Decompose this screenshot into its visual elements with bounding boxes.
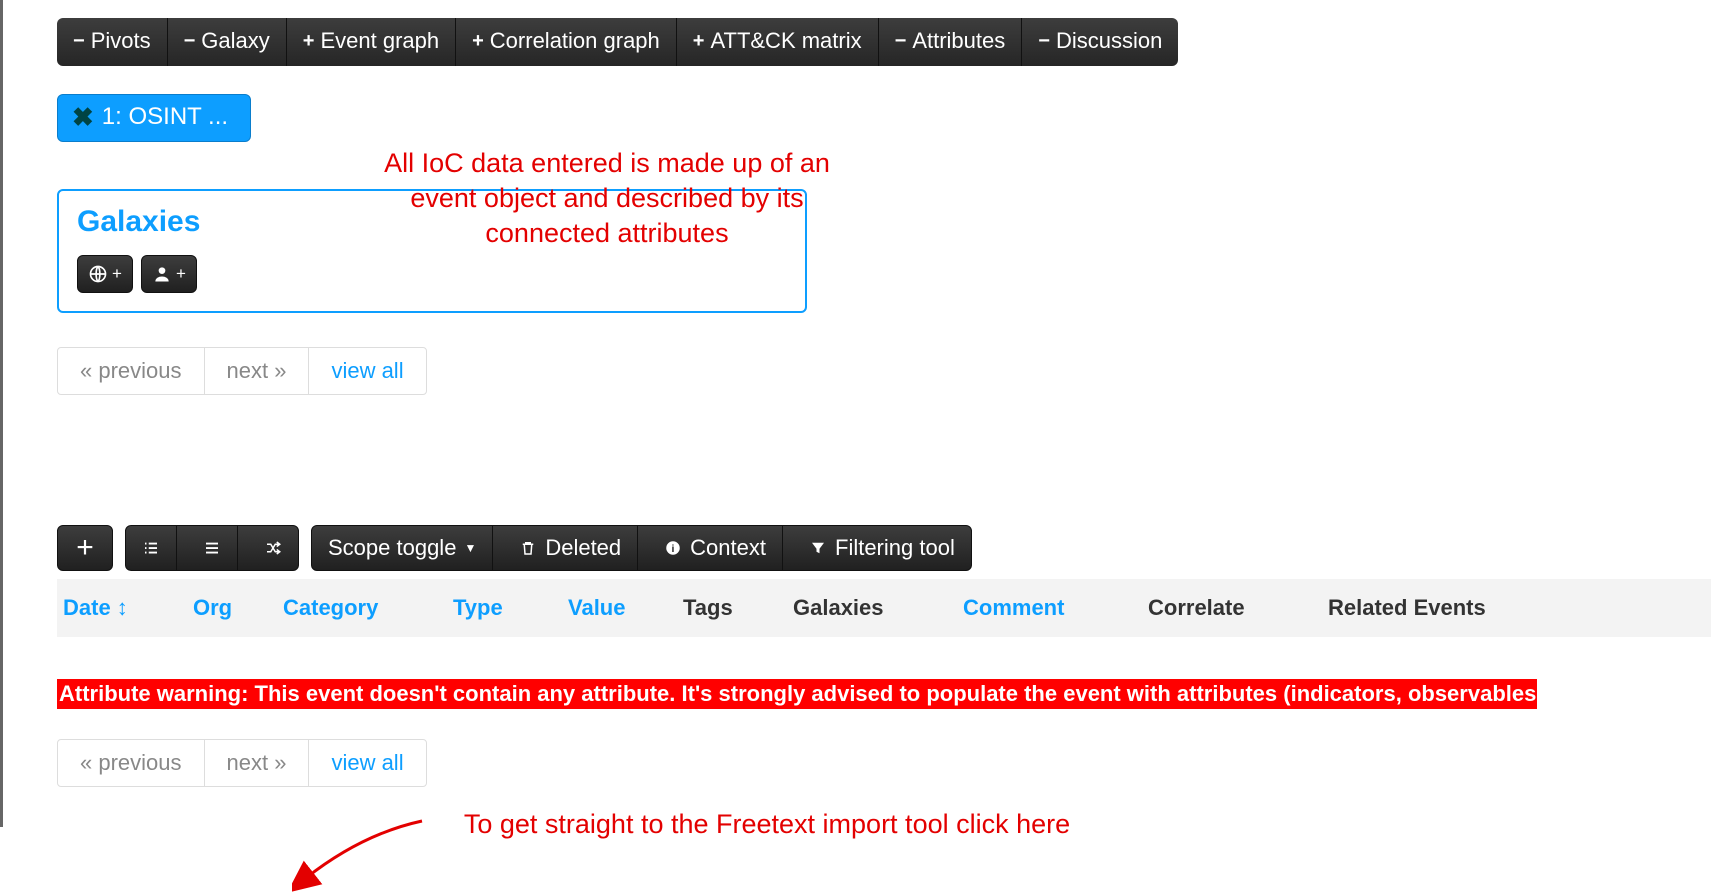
nav-tab-galaxy[interactable]: −Galaxy bbox=[168, 18, 287, 66]
nav-tab-label: Discussion bbox=[1056, 28, 1162, 54]
plus-icon: + bbox=[472, 31, 484, 51]
list-bullets-icon bbox=[142, 539, 160, 557]
globe-icon bbox=[88, 264, 108, 284]
freetext-import-button[interactable] bbox=[126, 526, 177, 570]
nav-tab-label: ATT&CK matrix bbox=[710, 28, 861, 54]
attribute-action-bar: + Scope toggle ▼ Deleted i Context Filte… bbox=[57, 525, 1711, 571]
shuffle-icon bbox=[264, 539, 282, 557]
plus-icon: + bbox=[693, 31, 705, 51]
nav-tab-label: Event graph bbox=[320, 28, 439, 54]
nav-tab-label: Pivots bbox=[91, 28, 151, 54]
pager-bottom: « previous next » view all bbox=[57, 739, 427, 787]
col-date-[interactable]: Date ↕ bbox=[63, 595, 193, 621]
close-icon[interactable]: ✖ bbox=[72, 107, 94, 128]
nav-tab-label: Correlation graph bbox=[490, 28, 660, 54]
scope-toggle-label: Scope toggle bbox=[328, 535, 456, 561]
list-button[interactable] bbox=[187, 526, 238, 570]
top-tab-bar: −Pivots−Galaxy+Event graph+Correlation g… bbox=[57, 18, 1178, 66]
caret-down-icon: ▼ bbox=[464, 541, 476, 555]
annotation-freetext: To get straight to the Freetext import t… bbox=[427, 805, 1107, 844]
col-type[interactable]: Type bbox=[453, 595, 568, 621]
user-icon bbox=[152, 264, 172, 284]
col-related-events: Related Events bbox=[1328, 595, 1528, 621]
list-lines-icon bbox=[203, 539, 221, 557]
scope-toggle-button[interactable]: Scope toggle ▼ bbox=[312, 526, 493, 570]
filtering-label: Filtering tool bbox=[835, 535, 955, 561]
nav-tab-attributes[interactable]: −Attributes bbox=[879, 18, 1023, 66]
deleted-toggle[interactable]: Deleted bbox=[503, 526, 638, 570]
plus-icon: + bbox=[303, 31, 315, 51]
chip-label: 1: OSINT ... bbox=[102, 103, 228, 131]
filtering-tool-button[interactable]: Filtering tool bbox=[793, 526, 971, 570]
trash-icon bbox=[519, 539, 537, 557]
nav-tab-discussion[interactable]: −Discussion bbox=[1022, 18, 1178, 66]
context-toggle[interactable]: i Context bbox=[648, 526, 783, 570]
plus-icon: + bbox=[176, 264, 186, 284]
col-galaxies: Galaxies bbox=[793, 595, 963, 621]
add-attribute-button[interactable]: + bbox=[57, 525, 113, 571]
add-local-galaxy-button[interactable]: + bbox=[141, 255, 197, 293]
pager-next: next » bbox=[205, 740, 310, 786]
annotation-event-object: All IoC data entered is made up of an ev… bbox=[367, 146, 847, 251]
minus-icon: − bbox=[895, 31, 907, 51]
nav-tab-correlation-graph[interactable]: + Correlation graph bbox=[456, 18, 677, 66]
plus-icon: + bbox=[112, 264, 122, 284]
arrow-icon bbox=[292, 814, 427, 894]
pager-view-all[interactable]: view all bbox=[309, 348, 425, 394]
col-org[interactable]: Org bbox=[193, 595, 283, 621]
scope-group: Scope toggle ▼ Deleted i Context Filteri… bbox=[311, 525, 972, 571]
pager-next: next » bbox=[205, 348, 310, 394]
nav-tab-event-graph[interactable]: +Event graph bbox=[287, 18, 456, 66]
svg-text:i: i bbox=[672, 543, 675, 555]
funnel-icon bbox=[809, 539, 827, 557]
minus-icon: − bbox=[73, 31, 85, 51]
nav-tab-att-ck-matrix[interactable]: +ATT&CK matrix bbox=[677, 18, 879, 66]
minus-icon: − bbox=[184, 31, 196, 51]
col-correlate: Correlate bbox=[1148, 595, 1328, 621]
add-global-galaxy-button[interactable]: + bbox=[77, 255, 133, 293]
attribute-column-headers: Date ↕OrgCategoryTypeValueTagsGalaxiesCo… bbox=[57, 579, 1711, 637]
col-comment[interactable]: Comment bbox=[963, 595, 1148, 621]
nav-tab-label: Galaxy bbox=[201, 28, 269, 54]
pager-top: « previous next » view all bbox=[57, 347, 427, 395]
pager-prev: « previous bbox=[58, 348, 205, 394]
nav-tab-label: Attributes bbox=[912, 28, 1005, 54]
shuffle-button[interactable] bbox=[248, 526, 298, 570]
col-tags: Tags bbox=[683, 595, 793, 621]
freetext-import-group bbox=[125, 525, 299, 571]
context-label: Context bbox=[690, 535, 766, 561]
pager-view-all[interactable]: view all bbox=[309, 740, 425, 786]
col-category[interactable]: Category bbox=[283, 595, 453, 621]
pager-prev: « previous bbox=[58, 740, 205, 786]
event-tag-chip[interactable]: ✖ 1: OSINT ... bbox=[57, 94, 251, 142]
attribute-warning-banner: Attribute warning: This event doesn't co… bbox=[57, 679, 1537, 709]
col-value[interactable]: Value bbox=[568, 595, 683, 621]
deleted-label: Deleted bbox=[545, 535, 621, 561]
nav-tab-pivots[interactable]: −Pivots bbox=[57, 18, 168, 66]
minus-icon: − bbox=[1038, 31, 1050, 51]
info-icon: i bbox=[664, 539, 682, 557]
